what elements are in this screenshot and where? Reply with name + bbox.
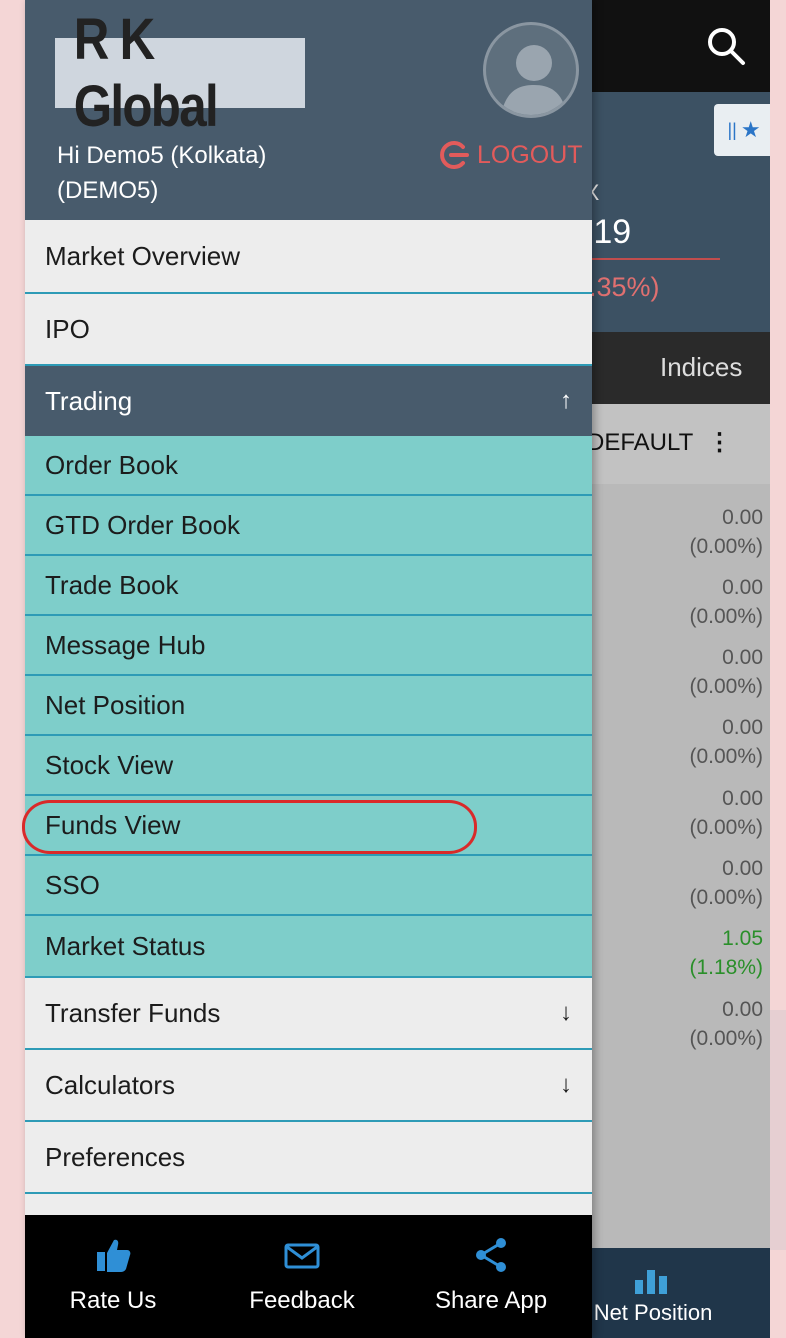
mail-icon xyxy=(284,1243,320,1269)
menu-item-label: Transfer Funds xyxy=(45,997,221,1028)
submenu-item-message-hub[interactable]: Message Hub xyxy=(25,616,592,676)
change-value: 0.00 xyxy=(722,506,763,529)
submenu-item-trade-book[interactable]: Trade Book xyxy=(25,556,592,616)
menu-item-market-overview[interactable]: Market Overview xyxy=(25,220,592,294)
arrow-down-icon: ↓ xyxy=(560,1071,572,1098)
menu-section-trading[interactable]: Trading ↑ xyxy=(25,366,592,436)
menu-item-label: Calculators xyxy=(45,1069,176,1100)
user-greeting: Hi Demo5 (Kolkata) (DEMO5) xyxy=(57,142,267,204)
change-percent: (0.00%) xyxy=(689,1027,763,1050)
watchlist-row-change: 0.00 (0.00%) xyxy=(643,573,763,631)
change-value: 0.00 xyxy=(722,857,763,880)
bottom-tab-label: Net Position xyxy=(593,1300,713,1325)
rate-us-label: Rate Us xyxy=(69,1287,157,1314)
change-value: 0.00 xyxy=(722,998,763,1021)
share-icon xyxy=(476,1238,506,1272)
bottom-tab-net-position[interactable]: Net Position xyxy=(583,1268,723,1326)
share-app-label: Share App xyxy=(434,1287,548,1314)
submenu-item-net-position[interactable]: Net Position xyxy=(25,676,592,736)
change-value: 0.00 xyxy=(722,716,763,739)
submenu-item-label: GTD Order Book xyxy=(45,509,241,540)
bar-chart-icon xyxy=(635,1270,667,1294)
feedback-label: Feedback xyxy=(249,1287,355,1314)
submenu-item-label: Market Status xyxy=(45,930,206,961)
change-percent: (0.00%) xyxy=(689,816,763,839)
arrow-up-icon: ↑ xyxy=(560,387,572,414)
more-options-icon[interactable]: ⋮ xyxy=(707,429,731,456)
menu-item-label: Preferences xyxy=(45,1141,186,1172)
submenu-item-label: Order Book xyxy=(45,449,178,480)
logout-icon xyxy=(440,141,469,169)
menu-item-calculators[interactable]: Calculators ↓ xyxy=(25,1050,592,1122)
pause-icon: || xyxy=(727,119,737,140)
navigation-drawer: R K Global Hi Demo5 (Kolkata) (DEMO5) LO… xyxy=(25,0,592,1338)
share-app-button[interactable]: Share App xyxy=(416,1235,566,1315)
watchlist-row-change: 0.00 (0.00%) xyxy=(643,713,763,771)
submenu-item-stock-view[interactable]: Stock View xyxy=(25,736,592,796)
change-percent: (0.00%) xyxy=(689,745,763,768)
drawer-header: R K Global Hi Demo5 (Kolkata) (DEMO5) LO… xyxy=(25,0,592,220)
menu-item-label: IPO xyxy=(45,313,90,344)
submenu-item-gtd-order-book[interactable]: GTD Order Book xyxy=(25,496,592,556)
feedback-button[interactable]: Feedback xyxy=(227,1235,377,1315)
watchlist-row-change: 0.00 (0.00%) xyxy=(643,503,763,561)
menu-item-label: Market Overview xyxy=(45,240,241,271)
menu-item-ipo[interactable]: IPO xyxy=(25,294,592,366)
submenu-item-label: Trade Book xyxy=(45,569,179,600)
submenu-item-label: SSO xyxy=(45,869,100,900)
logout-label: LOGOUT xyxy=(477,140,583,169)
change-value: 0.00 xyxy=(722,787,763,810)
funds-view-highlight-annotation xyxy=(22,800,477,854)
watchlist-row-change: 0.00 (0.00%) xyxy=(643,784,763,842)
submenu-item-order-book[interactable]: Order Book xyxy=(25,436,592,496)
watchlist-name: DEFAULT xyxy=(587,429,693,456)
star-icon: ★ xyxy=(740,117,761,142)
submenu-item-sso[interactable]: SSO xyxy=(25,856,592,916)
change-value: 0.00 xyxy=(722,646,763,669)
change-value: 0.00 xyxy=(722,576,763,599)
change-value: 1.05 xyxy=(722,927,763,950)
watchlist-star-button[interactable]: || ★ xyxy=(714,104,770,156)
change-percent: (1.18%) xyxy=(689,956,763,979)
change-percent: (0.00%) xyxy=(689,535,763,558)
menu-section-label: Trading xyxy=(45,385,133,416)
watchlist-selector[interactable]: DEFAULT ⋮ xyxy=(587,428,731,457)
arrow-down-icon: ↓ xyxy=(560,999,572,1026)
change-percent: (0.00%) xyxy=(689,675,763,698)
tab-indices[interactable]: Indices xyxy=(660,352,742,383)
logout-button[interactable]: LOGOUT xyxy=(437,138,583,172)
brand-logo: R K Global xyxy=(55,7,305,139)
logo-text: R K Global xyxy=(73,7,219,139)
scroll-edge xyxy=(770,1010,786,1250)
search-icon[interactable] xyxy=(704,24,748,68)
drawer-bottom-bar: Rate Us Feedback Share App xyxy=(25,1215,592,1338)
change-percent: (0.00%) xyxy=(689,886,763,909)
user-icon xyxy=(501,45,567,115)
submenu-item-label: Net Position xyxy=(45,689,186,720)
menu-item-preferences[interactable]: Preferences xyxy=(25,1122,592,1194)
menu-item-transfer-funds[interactable]: Transfer Funds ↓ xyxy=(25,978,592,1050)
submenu-item-label: Message Hub xyxy=(45,629,206,660)
avatar[interactable] xyxy=(483,22,579,118)
submenu-item-label: Stock View xyxy=(45,749,174,780)
rate-us-button[interactable]: Rate Us xyxy=(38,1235,188,1315)
watchlist-row-change: 0.00 (0.00%) xyxy=(643,643,763,701)
watchlist-row-change: 0.00 (0.00%) xyxy=(643,995,763,1053)
watchlist-row-change: 1.05 (1.18%) xyxy=(643,924,763,982)
submenu-item-market-status[interactable]: Market Status xyxy=(25,916,592,978)
thumbs-up-icon xyxy=(97,1239,131,1272)
change-percent: (0.00%) xyxy=(689,605,763,628)
watchlist-row-change: 0.00 (0.00%) xyxy=(643,854,763,912)
